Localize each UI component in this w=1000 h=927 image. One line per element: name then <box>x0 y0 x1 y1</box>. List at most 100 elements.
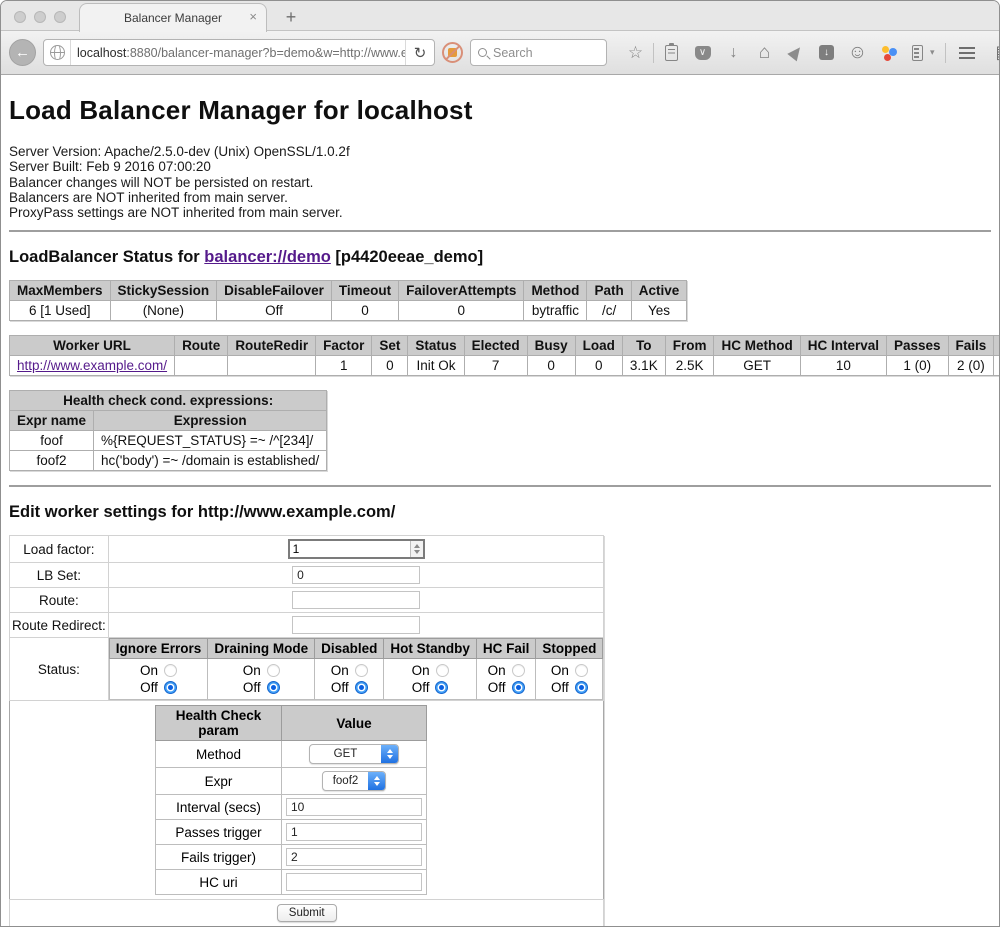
hc-row-hc-uri: HC uri <box>156 870 427 895</box>
url-path: :8880/balancer-manager?b=demo&w=http://w… <box>126 46 405 60</box>
on-label: On <box>243 662 261 679</box>
extension-dots-icon[interactable] <box>875 39 902 66</box>
route-redirect-input[interactable] <box>292 616 420 634</box>
tab-bar: Balancer Manager × + <box>1 1 999 31</box>
url-text[interactable]: localhost:8880/balancer-manager?b=demo&w… <box>71 46 405 60</box>
load-factor-label: Load factor: <box>10 536 109 563</box>
toolbar-buttons: ☆ ∨ ↓ ⌂ ↓ ☺ ▾ ▦ <box>622 39 1000 66</box>
table-title-row: Health check cond. expressions: <box>10 391 327 411</box>
balancers-note-line: Balancers are NOT inherited from main se… <box>9 190 991 205</box>
proxypass-note-line: ProxyPass settings are NOT inherited fro… <box>9 205 991 220</box>
load-factor-input[interactable] <box>290 541 410 557</box>
browser-window: Balancer Manager × + ← localhost:8880/ba… <box>0 0 1000 927</box>
col-failoverattempts: FailoverAttempts <box>399 281 524 301</box>
fails-trigger-input[interactable] <box>286 848 422 866</box>
home-icon[interactable]: ⌂ <box>751 39 778 66</box>
globe-icon <box>50 45 65 60</box>
col-method: Method <box>524 281 587 301</box>
balancer-demo-link[interactable]: balancer://demo <box>204 248 331 266</box>
ignore-errors-off-radio[interactable] <box>164 681 177 694</box>
draining-mode-on-radio[interactable] <box>267 664 280 677</box>
search-placeholder: Search <box>493 46 533 60</box>
save-page-icon[interactable]: ↓ <box>813 39 840 66</box>
col-hot-standby: Hot Standby <box>384 639 477 659</box>
col-value: Value <box>282 706 427 741</box>
lb-set-input[interactable] <box>292 566 420 584</box>
table-header-row: Worker URL Route RouteRedir Factor Set S… <box>10 336 1000 356</box>
col-stickysession: StickySession <box>110 281 217 301</box>
pocket-icon[interactable]: ∨ <box>689 39 716 66</box>
feedback-smiley-icon[interactable]: ☺ <box>844 39 871 66</box>
status-table: Ignore Errors Draining Mode Disabled Hot… <box>109 638 604 700</box>
hot-standby-off-radio[interactable] <box>435 681 448 694</box>
form-row-route: Route: <box>10 588 604 613</box>
col-expression: Expression <box>94 411 327 431</box>
health-check-param-table: Health Check param Value Method GET <box>155 705 427 895</box>
window-zoom-button[interactable] <box>54 11 66 23</box>
reload-icon[interactable]: ↻ <box>405 40 434 65</box>
tab-close-icon[interactable]: × <box>249 10 257 23</box>
hc-fail-off-radio[interactable] <box>512 681 525 694</box>
window-minimize-button[interactable] <box>34 11 46 23</box>
chevron-down-icon[interactable]: ▾ <box>930 47 935 58</box>
tab-groups-icon[interactable]: ▦ <box>991 39 1000 66</box>
site-identity[interactable] <box>44 40 71 65</box>
on-label: On <box>551 662 569 679</box>
reading-list-icon[interactable] <box>658 39 685 66</box>
edit-worker-form: Load factor: LB Set: Route: Route Redire… <box>9 535 604 927</box>
menu-icon[interactable] <box>954 39 981 66</box>
bookmark-star-icon[interactable]: ☆ <box>622 39 649 66</box>
balancer-status-heading: LoadBalancer Status for balancer://demo … <box>9 248 991 267</box>
stopped-on-radio[interactable] <box>575 664 588 677</box>
col-hc-fail: HC Fail <box>476 639 536 659</box>
submit-button[interactable]: Submit <box>277 904 337 922</box>
table-header-row: Expr name Expression <box>10 411 327 431</box>
hot-standby-on-radio[interactable] <box>436 664 449 677</box>
route-input[interactable] <box>292 591 420 609</box>
ignore-errors-on-radio[interactable] <box>164 664 177 677</box>
passes-trigger-input[interactable] <box>286 823 422 841</box>
method-select[interactable]: GET <box>309 744 399 764</box>
sidebar-list-icon[interactable] <box>906 39 928 66</box>
blocked-content-icon[interactable] <box>442 42 463 63</box>
lb-set-label: LB Set: <box>10 563 109 588</box>
hc-fail-on-radio[interactable] <box>512 664 525 677</box>
stopped-off-radio[interactable] <box>575 681 588 694</box>
col-worker-url: Worker URL <box>10 336 175 356</box>
window-controls <box>14 11 66 23</box>
hc-uri-input[interactable] <box>286 873 422 891</box>
table-header-row: MaxMembers StickySession DisableFailover… <box>10 281 687 301</box>
url-bar[interactable]: localhost:8880/balancer-manager?b=demo&w… <box>43 39 435 66</box>
new-tab-button[interactable]: + <box>279 4 303 30</box>
tab-title: Balancer Manager <box>124 11 222 25</box>
col-draining-mode: Draining Mode <box>208 639 315 659</box>
worker-row: http://www.example.com/ 1 0 Init Ok 7 0 … <box>10 356 1000 376</box>
interval-input[interactable] <box>286 798 422 816</box>
draining-mode-off-radio[interactable] <box>267 681 280 694</box>
number-stepper-icon[interactable] <box>410 541 423 557</box>
send-icon[interactable] <box>782 39 809 66</box>
off-label: Off <box>140 679 158 696</box>
disabled-off-radio[interactable] <box>355 681 368 694</box>
on-label: On <box>412 662 430 679</box>
col-stopped: Stopped <box>536 639 603 659</box>
off-label: Off <box>331 679 349 696</box>
tab-balancer-manager[interactable]: Balancer Manager × <box>79 3 267 32</box>
toolbar-separator <box>945 43 946 63</box>
disabled-on-radio[interactable] <box>355 664 368 677</box>
expr-select[interactable]: foof2 <box>322 771 386 791</box>
downloads-icon[interactable]: ↓ <box>720 39 747 66</box>
page-content: Load Balancer Manager for localhost Serv… <box>1 75 999 927</box>
off-label: Off <box>412 679 430 696</box>
hc-row-method: Method GET <box>156 741 427 768</box>
on-label: On <box>331 662 349 679</box>
back-icon[interactable]: ← <box>9 39 36 66</box>
col-timeout: Timeout <box>331 281 398 301</box>
window-close-button[interactable] <box>14 11 26 23</box>
paper-plane-icon <box>787 44 804 62</box>
search-bar[interactable]: Search <box>470 39 607 66</box>
method-select-value: GET <box>310 745 381 763</box>
worker-url-link[interactable]: http://www.example.com/ <box>17 358 167 373</box>
load-factor-field[interactable] <box>288 539 425 559</box>
table-row: 6 [1 Used] (None) Off 0 0 bytraffic /c/ … <box>10 301 687 321</box>
